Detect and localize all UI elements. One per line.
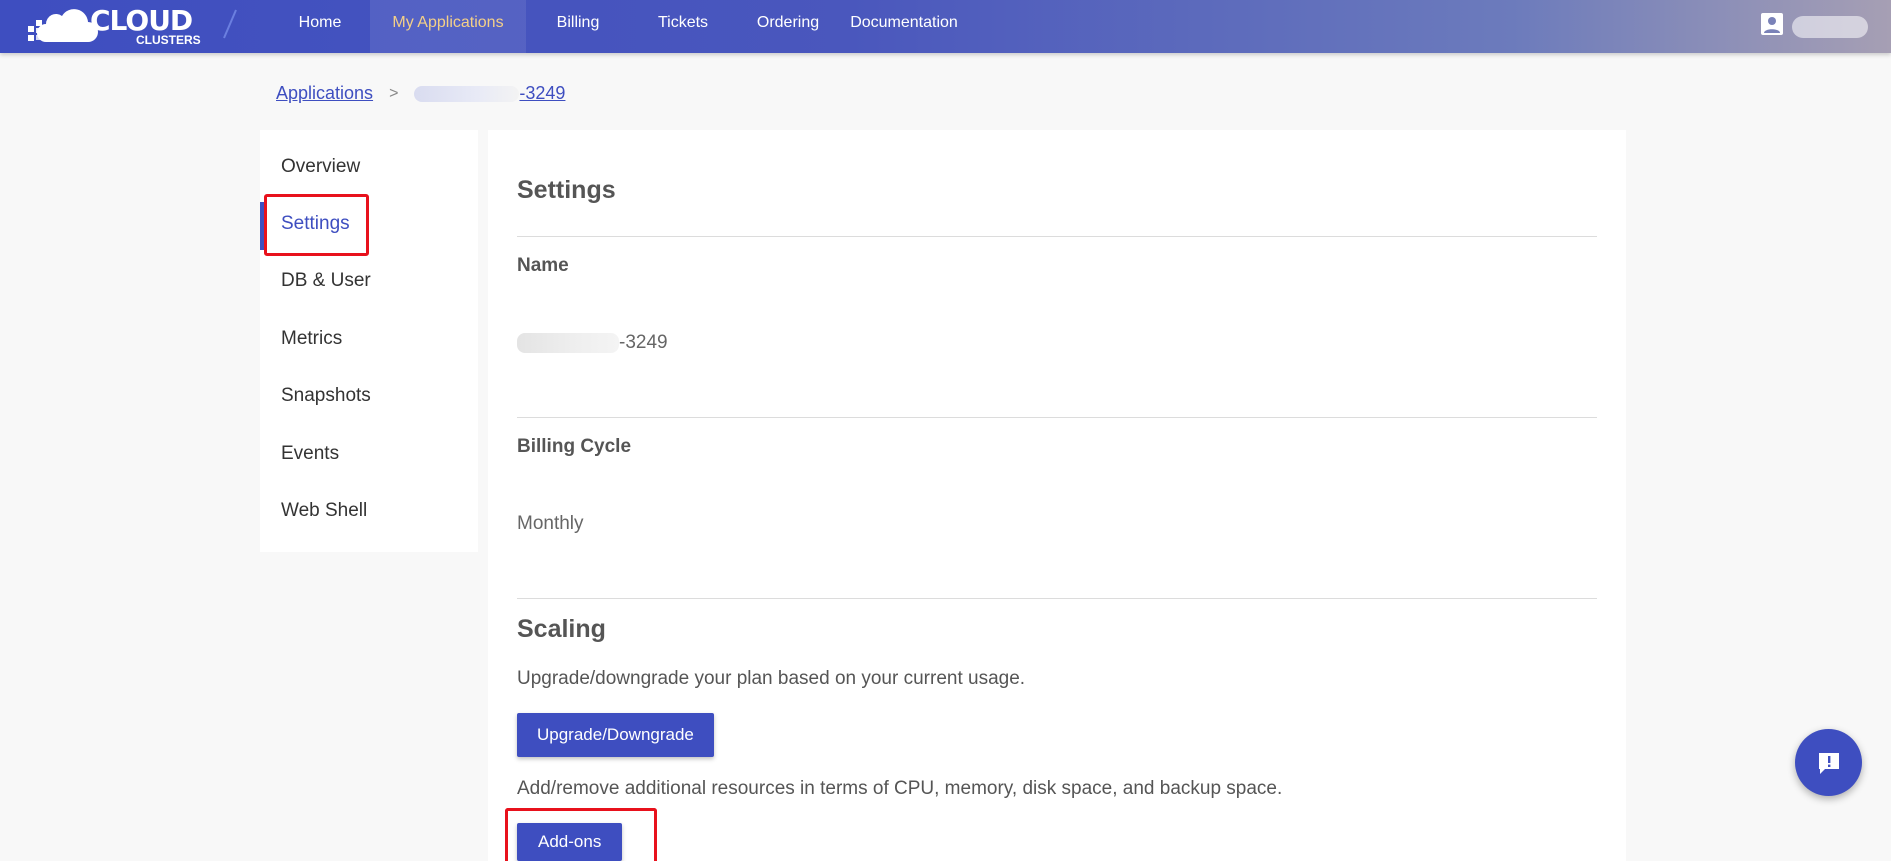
upgrade-description: Upgrade/downgrade your plan based on you… (517, 668, 1026, 689)
add-ons-button[interactable]: Add-ons (517, 823, 623, 861)
billing-cycle-value: Monthly (517, 513, 584, 534)
billing-cycle-label: Billing Cycle (517, 436, 632, 457)
logo-subtext: CLUSTERS (136, 33, 201, 47)
sidebar-item-overview[interactable]: Overview (260, 139, 478, 195)
scaling-title: Scaling (517, 615, 606, 643)
chat-button[interactable] (1795, 729, 1862, 796)
logo-text: CLOUD (90, 4, 193, 37)
nav-my-applications[interactable]: My Applications (370, 0, 526, 53)
chat-icon (1818, 752, 1839, 774)
breadcrumb-current-app[interactable]: -3249 (414, 83, 565, 104)
name-value: -3249 (517, 332, 668, 354)
nav-documentation[interactable]: Documentation (840, 0, 968, 53)
top-navigation-bar: CLOUD CLUSTERS Home My Applications Bill… (0, 0, 1891, 53)
addons-description: Add/remove additional resources in terms… (517, 778, 1283, 799)
sidebar-item-metrics[interactable]: Metrics (260, 311, 478, 367)
divider (517, 417, 1597, 418)
nav-home[interactable]: Home (270, 0, 370, 53)
nav-billing[interactable]: Billing (526, 0, 630, 53)
breadcrumb-applications[interactable]: Applications (276, 83, 373, 104)
sidebar-item-events[interactable]: Events (260, 426, 478, 482)
cloud-logo-icon (28, 9, 98, 42)
sidebar-item-db-user[interactable]: DB & User (260, 253, 478, 309)
name-suffix: -3249 (619, 332, 668, 353)
settings-title: Settings (517, 176, 616, 204)
name-redacted (517, 333, 619, 353)
sidebar-item-snapshots[interactable]: Snapshots (260, 368, 478, 424)
divider (517, 598, 1597, 599)
app-name-redacted (414, 85, 520, 102)
user-name-redacted[interactable] (1792, 16, 1868, 38)
user-icon[interactable] (1760, 12, 1784, 36)
sidebar: Overview Settings DB & User Metrics Snap… (260, 130, 478, 552)
main-nav: Home My Applications Billing Tickets Ord… (270, 0, 968, 53)
cloud-clusters-logo[interactable]: CLOUD CLUSTERS (26, 4, 201, 46)
name-label: Name (517, 255, 569, 276)
divider (517, 236, 1597, 237)
breadcrumb-separator: > (389, 84, 399, 102)
sidebar-item-settings[interactable]: Settings (260, 196, 478, 252)
nav-ordering[interactable]: Ordering (736, 0, 840, 53)
settings-panel: Settings Name -3249 Billing Cycle Monthl… (488, 130, 1626, 861)
nav-tickets[interactable]: Tickets (630, 0, 736, 53)
breadcrumb: Applications > -3249 (276, 83, 565, 104)
breadcrumb-current-suffix: -3249 (519, 83, 566, 103)
upgrade-downgrade-button[interactable]: Upgrade/Downgrade (517, 713, 714, 757)
slash-divider-icon (223, 9, 237, 39)
sidebar-item-web-shell[interactable]: Web Shell (260, 483, 478, 539)
